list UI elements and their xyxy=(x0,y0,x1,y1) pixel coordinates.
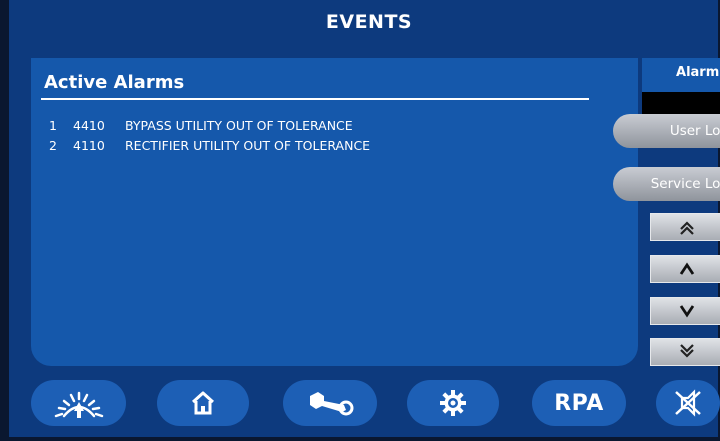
home-icon xyxy=(191,391,215,415)
tab-service-log[interactable]: Service Log xyxy=(613,167,720,201)
chevron-down-icon xyxy=(679,305,695,318)
gauge-icon xyxy=(54,391,103,418)
nav-home-button[interactable] xyxy=(157,380,249,426)
rpa-label: RPA xyxy=(554,390,604,416)
alarm-index: 2 xyxy=(49,138,57,153)
double-chevron-up-icon xyxy=(680,221,694,235)
alarm-description: BYPASS UTILITY OUT OF TOLERANCE xyxy=(125,118,353,133)
alarm-code: 4410 xyxy=(73,118,105,133)
scroll-down-button[interactable] xyxy=(650,297,720,325)
scroll-top-button[interactable] xyxy=(650,213,720,241)
chevron-up-icon xyxy=(679,262,695,275)
screen-frame: EVENTS Active Alarms 1 4410 BYPASS UTILI… xyxy=(0,0,720,441)
nav-mute-alarm-button[interactable] xyxy=(656,380,720,426)
alarm-row[interactable]: 1 4410 BYPASS UTILITY OUT OF TOLERANCE xyxy=(49,116,370,136)
scroll-bottom-button[interactable] xyxy=(650,338,720,366)
alarm-list: 1 4410 BYPASS UTILITY OUT OF TOLERANCE 2… xyxy=(49,116,370,156)
mute-alarm-icon xyxy=(675,389,701,417)
nav-settings-button[interactable] xyxy=(407,380,499,426)
gear-icon xyxy=(440,390,466,416)
scroll-up-button[interactable] xyxy=(650,255,720,283)
tab-alarms-label: Alarms xyxy=(676,65,720,80)
nav-meters-button[interactable] xyxy=(31,380,126,426)
page-title: EVENTS xyxy=(325,11,413,33)
heading-divider xyxy=(41,98,589,100)
panel-heading: Active Alarms xyxy=(44,72,185,93)
nav-service-button[interactable] xyxy=(283,380,377,426)
alarm-row[interactable]: 2 4110 RECTIFIER UTILITY OUT OF TOLERANC… xyxy=(49,136,370,156)
alarm-code: 4110 xyxy=(73,138,105,153)
tab-spacer xyxy=(642,92,720,116)
tab-alarms[interactable]: Alarms xyxy=(642,58,720,92)
nav-rpa-button[interactable]: RPA xyxy=(532,380,626,426)
alarm-description: RECTIFIER UTILITY OUT OF TOLERANCE xyxy=(125,138,371,153)
alarm-index: 1 xyxy=(49,118,57,133)
wrench-icon xyxy=(310,392,354,416)
active-alarms-panel: Active Alarms 1 4410 BYPASS UTILITY OUT … xyxy=(31,58,638,366)
tab-user-log[interactable]: User Log xyxy=(613,114,720,148)
double-chevron-down-icon xyxy=(680,344,694,358)
